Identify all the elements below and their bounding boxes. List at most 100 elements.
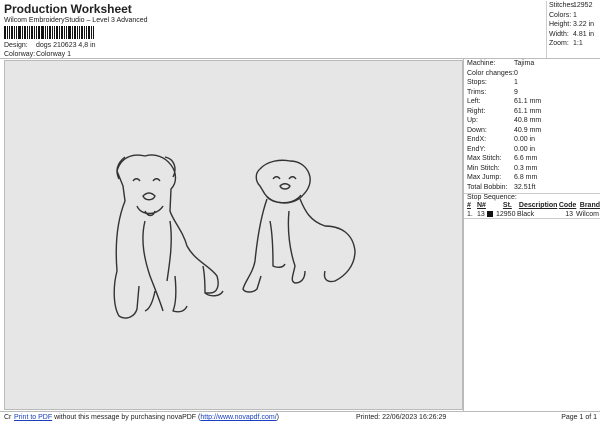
barcode-bar [47,26,48,39]
novapdf-message: Print to PDF without this message by pur… [14,412,279,424]
details-label: Color changes: [467,69,515,77]
barcode-bar [88,26,90,39]
print-to-pdf-link[interactable]: Print to PDF [14,414,52,421]
details-row: Machine: Tajima [464,59,600,69]
details-label: Max Stitch: [467,155,502,162]
details-label: Left: [467,98,481,105]
details-row: Right: 61.1 mm [464,107,600,117]
details-row: Max Stitch: 6.6 mm [464,154,600,164]
barcode-bar [22,26,23,39]
details-value: 0.00 in [514,145,536,153]
details-row: Down: 40.9 mm [464,126,600,136]
row-description: Black [517,211,535,218]
details-row: Stops: 1 [464,78,600,88]
design-preview [4,60,463,410]
stats-row: Width: 4.81 in [547,30,600,40]
details-value: 1 [514,79,518,86]
stop-sequence-header: # N# St. Description Code Brand [464,201,600,210]
row-needle: 13 [477,211,485,218]
details-label: Total Bobbin: [467,183,508,191]
stats-value: 1:1 [573,40,583,47]
design-label: Design: [4,42,28,49]
details-label: Right: [467,107,486,115]
page-title: Production Worksheet [4,2,132,16]
details-value: 0.00 in [514,136,536,143]
table-row: 1. 13 12950 Black 13 Wilcom [464,210,600,219]
barcode-bar [86,26,87,39]
details-row: Max Jump: 6.8 mm [464,173,600,183]
barcode-bar [34,26,35,39]
details-value: 40.9 mm [514,126,542,134]
stats-value: 1 [573,11,577,19]
details-label: EndX: [467,136,487,143]
stats-box: Stitches: 12952 Colors: 1 Height: 3.22 in Widt… [546,1,600,58]
printed-timestamp: Printed: 22/06/2023 16:26:29 [356,414,447,421]
col-description: Description [518,202,558,209]
barcode-bar [64,26,65,39]
details-value: 61.1 mm [514,98,542,105]
barcode-bar [74,26,76,39]
barcode-bar [4,26,6,39]
barcode-bar [77,26,78,39]
details-label: Up: [467,117,478,124]
stats-row: Stitches: 12952 [547,1,600,11]
details-label: EndY: [467,145,486,153]
colorway-row: Colorway: Colorway 1 [4,51,71,58]
details-row: Up: 40.8 mm [464,116,600,126]
barcode-bar [36,26,37,39]
novapdf-url-link[interactable]: http://www.novapdf.com/ [200,414,276,421]
details-label: Min Stitch: [467,164,500,172]
details-value: Tajima [514,60,535,67]
barcode-bar [84,26,85,39]
barcode-bar [16,26,17,39]
design-row: Design: dogs 210623 4,8 in [4,42,96,49]
col-num: # [467,202,471,209]
stats-label: Colors: [549,11,572,19]
details-row: Color changes: 0 [464,69,600,79]
page-number: Page 1 of 1 [561,414,597,421]
barcode-bar [29,26,30,39]
barcode-bar [91,26,92,39]
barcode [4,26,144,39]
message-text: without this message by purchasing novaP… [52,414,201,421]
details-row: Left: 61.1 mm [464,97,600,107]
design-value: dogs 210623 4,8 in [36,42,96,49]
stats-label: Zoom: [549,40,569,47]
barcode-bar [49,26,51,39]
details-row: Min Stitch: 0.3 mm [464,164,600,174]
details-value: 0 [514,69,518,77]
barcode-bar [41,26,44,39]
barcode-bar [59,26,60,39]
barcode-bar [31,26,33,39]
stats-row: Zoom: 1:1 [547,39,600,49]
details-label: Machine: [467,60,496,67]
details-value: 0.3 mm [514,164,538,172]
stop-sequence-label: Stop Sequence: [464,193,600,201]
stats-label: Width: [549,30,569,38]
barcode-bar [45,26,46,39]
barcode-bar [52,26,53,39]
barcode-bar [79,26,80,39]
col-stitches: St. [502,202,512,209]
stats-row: Colors: 1 [547,11,600,21]
stats-label: Height: [549,21,572,28]
row-brand: Wilcom [576,211,599,218]
details-panel: Machine: Tajima Color changes: 0 Stops: 1 Trim… [463,59,600,411]
col-needle: N# [476,202,486,209]
barcode-bar [24,26,26,39]
details-row: Trims: 9 [464,88,600,98]
message-close: ) [276,414,279,421]
details-label: Max Jump: [467,174,502,181]
col-code: Code [558,202,577,209]
footer-prefix: Cr [4,414,12,421]
details-label: Stops: [467,79,487,86]
details-value: 6.6 mm [514,155,538,162]
barcode-bar [66,26,67,39]
barcode-bar [11,26,13,39]
details-row: EndY: 0.00 in [464,145,600,155]
barcode-bar [9,26,10,39]
row-code: 13 [565,211,573,218]
barcode-bar [72,26,73,39]
details-value: 40.8 mm [514,117,542,124]
colorway-label: Colorway: [4,51,36,58]
